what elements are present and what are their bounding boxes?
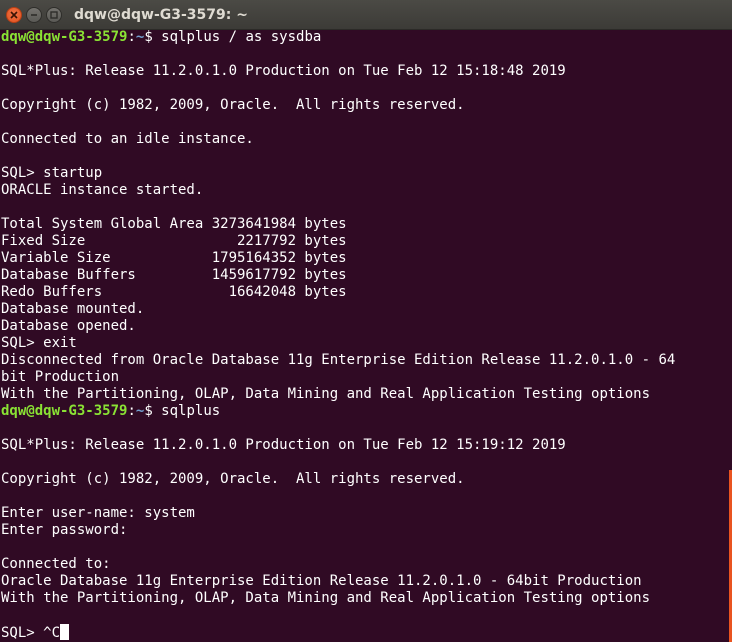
output-line: Database Buffers 1459617792 bytes — [1, 267, 347, 283]
minimize-button[interactable] — [26, 7, 42, 23]
output-line: Enter user-name: system — [1, 505, 195, 521]
output-line: Database mounted. — [1, 301, 145, 317]
maximize-button[interactable] — [46, 7, 62, 23]
output-line: Copyright (c) 1982, 2009, Oracle. All ri… — [1, 97, 465, 113]
shell-prompt-line: dqw@dqw-G3-3579:~$ sqlplus — [1, 403, 721, 420]
current-input-line: SQL> ^C — [1, 624, 721, 641]
output-line: SQL> exit — [1, 335, 77, 351]
output-line: Redo Buffers 16642048 bytes — [1, 284, 347, 300]
close-icon — [10, 11, 18, 19]
prompt-command: sqlplus — [161, 403, 221, 419]
text-cursor — [60, 624, 70, 640]
output-line: Total System Global Area 3273641984 byte… — [1, 216, 347, 232]
maximize-icon — [50, 11, 58, 19]
output-line: Variable Size 1795164352 bytes — [1, 250, 347, 266]
prompt-user: dqw@dqw-G3-3579 — [1, 29, 128, 45]
terminal-output[interactable]: dqw@dqw-G3-3579:~$ sqlplus / as sysdba SQ… — [1, 29, 721, 642]
output-line: Database opened. — [1, 318, 136, 334]
input-text: SQL> ^C — [1, 625, 61, 641]
window-title: dqw@dqw-G3-3579: ~ — [74, 7, 248, 23]
output-line: SQL*Plus: Release 11.2.0.1.0 Production … — [1, 63, 566, 79]
output-line: SQL*Plus: Release 11.2.0.1.0 Production … — [1, 437, 566, 453]
output-line: Oracle Database 11g Enterprise Edition R… — [1, 573, 642, 589]
prompt-symbol: $ — [144, 403, 162, 419]
prompt-user: dqw@dqw-G3-3579 — [1, 403, 128, 419]
output-line: Connected to an idle instance. — [1, 131, 254, 147]
prompt-separator: : — [127, 403, 136, 419]
close-button[interactable] — [6, 7, 22, 23]
output-line: Copyright (c) 1982, 2009, Oracle. All ri… — [1, 471, 465, 487]
output-line: Fixed Size 2217792 bytes — [1, 233, 347, 249]
terminal-window: dqw@dqw-G3-3579: ~ dqw@dqw-G3-3579:~$ sq… — [0, 0, 732, 642]
title-bar[interactable]: dqw@dqw-G3-3579: ~ — [0, 0, 732, 30]
output-line: Disconnected from Oracle Database 11g En… — [1, 352, 676, 368]
minimize-icon — [31, 14, 37, 16]
output-line: With the Partitioning, OLAP, Data Mining… — [1, 590, 651, 606]
prompt-command: sqlplus / as sysdba — [161, 29, 322, 45]
output-line: SQL> startup — [1, 165, 103, 181]
output-line: Connected to: — [1, 556, 111, 572]
prompt-symbol: $ — [144, 29, 162, 45]
shell-prompt-line: dqw@dqw-G3-3579:~$ sqlplus / as sysdba — [1, 29, 721, 46]
output-line: With the Partitioning, OLAP, Data Mining… — [1, 386, 651, 402]
output-line: ORACLE instance started. — [1, 182, 204, 198]
prompt-separator: : — [127, 29, 136, 45]
output-line: Enter password: — [1, 522, 136, 538]
output-line: bit Production — [1, 369, 120, 385]
